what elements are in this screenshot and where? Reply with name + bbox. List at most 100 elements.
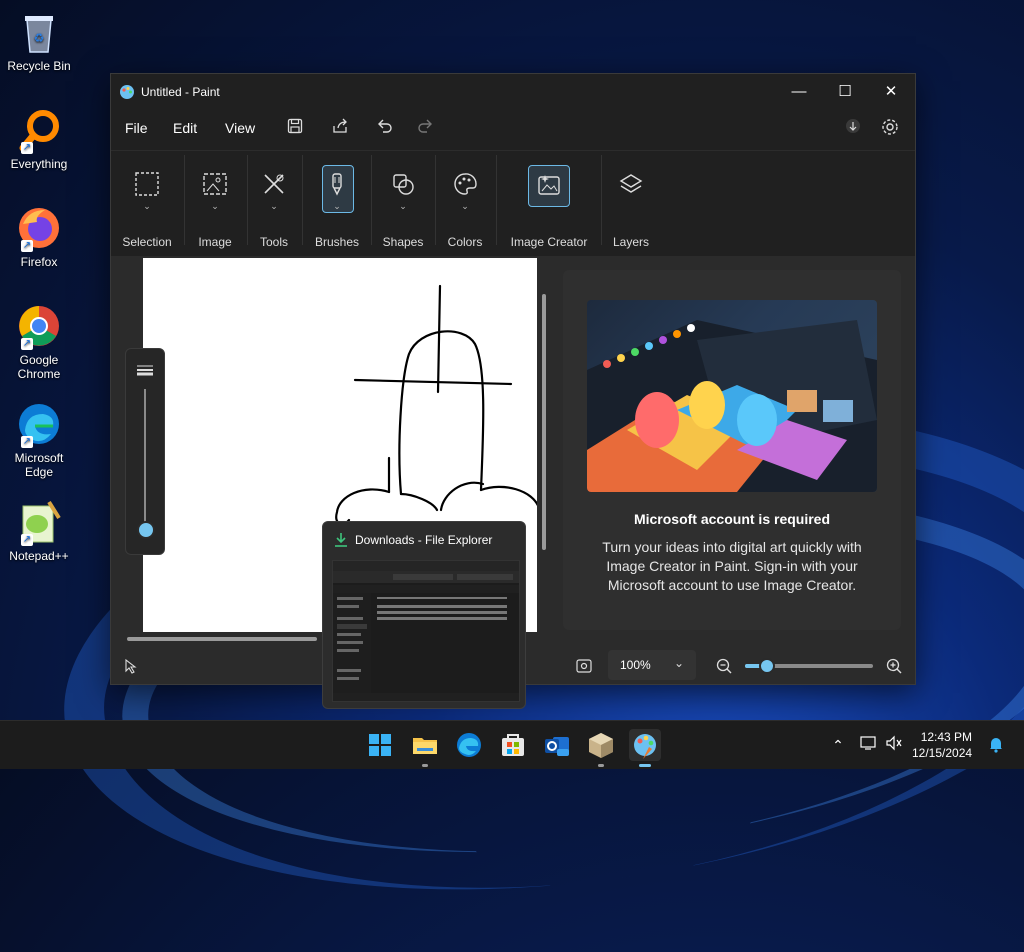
ribbon-group-tools[interactable]: ⌄ Tools <box>249 151 299 251</box>
ribbon-group-layers[interactable]: Layers <box>605 151 657 251</box>
brush-size-slider[interactable] <box>125 348 165 555</box>
save-icon[interactable] <box>283 118 307 142</box>
ribbon-divider <box>184 155 185 245</box>
taskbar-file-explorer[interactable] <box>409 729 441 767</box>
zoom-dropdown[interactable]: 100% ⌄ <box>608 650 696 680</box>
download-icon <box>333 532 349 548</box>
ribbon-group-image[interactable]: ⌄ Image <box>187 151 243 251</box>
tools-pencil-icon <box>261 171 287 197</box>
running-indicator <box>598 764 604 767</box>
shortcut-arrow-icon: ↗ <box>21 534 33 546</box>
zoom-in-icon[interactable] <box>885 657 903 675</box>
zoom-slider[interactable] <box>745 658 873 674</box>
settings-gear-icon[interactable] <box>878 118 902 142</box>
ribbon-group-selection[interactable]: ⌄ Selection <box>115 151 179 251</box>
desktop-icon-label: Recycle Bin <box>7 59 71 73</box>
taskbar-microsoft-edge[interactable] <box>453 729 485 761</box>
thumbnail-title: Downloads - File Explorer <box>355 533 493 547</box>
undo-icon[interactable] <box>373 118 397 142</box>
firefox-icon: ↗ <box>15 204 63 252</box>
menu-file[interactable]: File <box>125 120 148 136</box>
ribbon-group-label: Selection <box>122 235 172 249</box>
account-icon[interactable] <box>841 118 865 142</box>
desktop-icon-notepad-plus-plus[interactable]: ↗ Notepad++ <box>4 498 74 563</box>
taskbar-package-app[interactable] <box>585 729 617 767</box>
cursor-position-icon <box>123 658 139 674</box>
ribbon-group-image-creator[interactable]: Image Creator <box>499 151 599 251</box>
notepad-plus-plus-icon: ↗ <box>15 498 63 546</box>
chevron-down-icon: ⌄ <box>461 201 469 211</box>
ribbon-group-label: Image Creator <box>510 235 588 249</box>
image-icon <box>202 171 228 197</box>
taskbar-microsoft-store[interactable] <box>497 729 529 761</box>
store-icon <box>502 734 524 756</box>
ribbon-group-label: Brushes <box>314 235 360 249</box>
ribbon-group-colors[interactable]: ⌄ Colors <box>437 151 493 251</box>
ribbon-group-label: Layers <box>612 235 650 249</box>
ribbon-group-shapes[interactable]: ⌄ Shapes <box>375 151 431 251</box>
ribbon-divider <box>435 155 436 245</box>
ribbon-group-label: Image <box>198 235 232 249</box>
menu-view[interactable]: View <box>225 120 255 136</box>
thumbnail-preview <box>332 560 520 702</box>
ribbon-divider <box>601 155 602 245</box>
taskbar: ⌃ 12:43 PM 12/15/2024 <box>0 720 1024 769</box>
ribbon-divider <box>496 155 497 245</box>
network-icon[interactable] <box>858 735 878 755</box>
ribbon-group-brushes[interactable]: ⌄ Brushes <box>307 151 367 251</box>
zoom-slider-knob[interactable] <box>758 658 775 674</box>
desktop-icon-everything[interactable]: ↗ Everything <box>4 106 74 171</box>
scrollbar-thumb[interactable] <box>542 294 546 550</box>
desktop-icon-firefox[interactable]: ↗ Firefox <box>4 204 74 269</box>
share-icon[interactable] <box>329 118 353 142</box>
outlook-icon <box>545 737 569 756</box>
running-indicator <box>422 764 428 767</box>
windows-logo-icon <box>369 734 391 756</box>
window-title: Untitled - Paint <box>141 85 220 99</box>
chevron-down-icon: ⌄ <box>270 201 278 211</box>
start-button[interactable] <box>364 729 396 761</box>
desktop-icon-label: Google Chrome <box>17 353 61 381</box>
image-creator-sparkle-icon <box>536 172 562 198</box>
desktop-icon-microsoft-edge[interactable]: ↗ Microsoft Edge <box>4 400 74 479</box>
scrollbar-thumb[interactable] <box>127 637 317 641</box>
minimize-button[interactable]: — <box>777 78 821 106</box>
desktop-icon-label: Notepad++ <box>9 549 69 563</box>
show-hidden-icons-chevron-up-icon[interactable]: ⌃ <box>828 735 848 755</box>
volume-muted-icon[interactable] <box>884 735 904 755</box>
fit-to-window-icon[interactable] <box>575 657 593 675</box>
chevron-down-icon: ⌄ <box>399 201 407 211</box>
notification-bell-icon[interactable] <box>986 735 1006 755</box>
desktop-icon-recycle-bin[interactable]: ♻ Recycle Bin <box>4 8 74 73</box>
desktop-icon-google-chrome[interactable]: ↗ Google Chrome <box>4 302 74 381</box>
taskbar-outlook[interactable] <box>541 729 573 761</box>
zoom-value: 100% <box>620 658 651 672</box>
slider-track <box>144 389 146 529</box>
ribbon-group-label: Shapes <box>382 235 424 249</box>
redo-icon[interactable] <box>413 118 437 142</box>
paint-app-icon <box>119 84 135 100</box>
menu-edit[interactable]: Edit <box>173 120 197 136</box>
taskbar-paint[interactable] <box>629 729 661 767</box>
chevron-down-icon: ⌄ <box>674 656 685 670</box>
stroke-size-icon <box>136 363 154 376</box>
chrome-icon: ↗ <box>15 302 63 350</box>
slider-knob[interactable] <box>137 521 155 539</box>
zoom-out-icon[interactable] <box>715 657 733 675</box>
maximize-button[interactable]: ☐ <box>823 78 867 106</box>
title-bar[interactable]: Untitled - Paint — ☐ ✕ <box>111 74 915 110</box>
desktop-icon-label: Microsoft Edge <box>14 451 64 479</box>
edge-icon <box>457 733 481 757</box>
file-explorer-thumbnail[interactable]: Downloads - File Explorer <box>322 521 526 709</box>
vertical-scrollbar[interactable] <box>541 258 547 632</box>
close-button[interactable]: ✕ <box>869 78 913 106</box>
desktop-icon-label: Everything <box>10 157 68 171</box>
palette-icon <box>452 171 478 197</box>
layers-icon <box>618 171 644 197</box>
image-creator-panel: Microsoft account is required Turn your … <box>563 270 901 630</box>
edge-icon: ↗ <box>15 400 63 448</box>
image-creator-promo-image <box>587 300 877 492</box>
system-clock[interactable]: 12:43 PM 12/15/2024 <box>912 729 972 761</box>
shapes-icon <box>390 171 416 197</box>
selection-rectangle-icon <box>134 171 160 197</box>
